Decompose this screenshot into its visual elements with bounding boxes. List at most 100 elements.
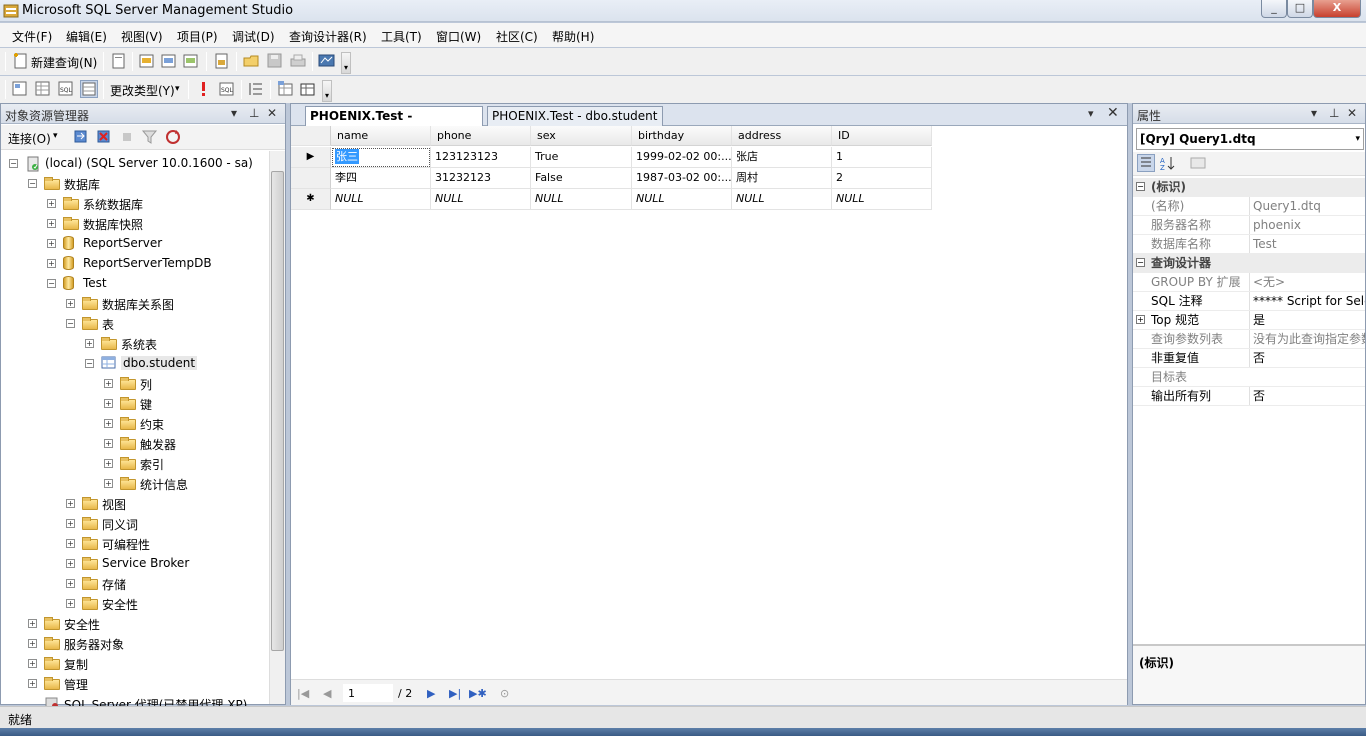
add-table-icon[interactable] [277,80,295,98]
tab-list-dropdown-icon[interactable]: ▾ [1088,107,1094,120]
property-row[interactable]: + Top 规范 是 [1133,311,1365,330]
print-icon[interactable] [289,52,307,70]
sqlce-query-icon[interactable] [213,52,231,70]
tree-node[interactable]: + 列 [1,375,269,393]
expand-toggle-icon[interactable]: + [66,499,75,508]
mdx-query-icon[interactable] [138,52,156,70]
save-icon[interactable] [266,52,284,70]
change-type-button[interactable]: 更改类型(Y) [110,82,175,99]
tree-node[interactable]: + 管理 [1,675,269,693]
property-value[interactable]: 否 [1249,349,1365,367]
column-header-name[interactable]: name [331,126,431,146]
menu-community[interactable]: 社区(C) [496,28,538,45]
new-record-icon[interactable]: ▶✱ [469,687,487,700]
expand-toggle-icon[interactable]: + [66,519,75,528]
grid-cell[interactable]: NULL [331,189,431,210]
connect-server-icon[interactable] [72,128,90,146]
tree-node[interactable]: + 安全性 [1,595,269,613]
grid-cell[interactable]: NULL [431,189,531,210]
tree-node[interactable]: − dbo.student [1,355,269,373]
dmx-query-icon[interactable] [160,52,178,70]
expand-toggle-icon[interactable]: + [66,579,75,588]
property-object-select[interactable]: [Qry] Query1.dtq ▾ [1136,128,1364,150]
tree-node[interactable]: − (local) (SQL Server 10.0.1600 - sa) [1,155,269,173]
minimize-button[interactable]: _ [1261,0,1287,18]
expand-toggle-icon[interactable]: + [28,659,37,668]
menu-edit[interactable]: 编辑(E) [66,28,107,45]
expand-toggle-icon[interactable]: − [9,159,18,168]
grid-cell[interactable]: NULL [632,189,732,210]
column-header-sex[interactable]: sex [531,126,632,146]
stop-icon[interactable] [118,128,136,146]
expand-toggle-icon[interactable]: + [85,339,94,348]
property-row[interactable]: 目标表 [1133,368,1365,387]
expand-toggle-icon[interactable]: + [66,299,75,308]
expand-toggle-icon[interactable]: − [47,279,56,288]
menu-project[interactable]: 项目(P) [177,28,218,45]
grid-cell[interactable]: NULL [531,189,632,210]
new-query-icon[interactable] [12,52,30,70]
disconnect-server-icon[interactable] [95,128,113,146]
expand-toggle-icon[interactable]: + [104,459,113,468]
expand-toggle-icon[interactable]: + [47,219,56,228]
group-by-icon[interactable] [247,80,265,98]
categorized-icon[interactable] [1137,154,1155,172]
first-record-icon[interactable]: |◀ [297,687,309,700]
grid-cell[interactable]: True [531,147,632,168]
tree-node[interactable]: − Test [1,275,269,293]
row-selector[interactable] [291,168,331,189]
new-query-button[interactable]: 新建查询(N) [31,54,97,71]
tree-node[interactable]: + 安全性 [1,615,269,633]
tree-node[interactable]: + 系统表 [1,335,269,353]
property-row[interactable]: SQL 注释 ***** Script for Selec [1133,292,1365,311]
expand-toggle-icon[interactable]: + [28,619,37,628]
tree-node[interactable]: + 数据库关系图 [1,295,269,313]
tab-active-query[interactable]: PHOENIX.Test - dbo.student [305,106,483,141]
tree-node[interactable]: + 复制 [1,655,269,673]
show-criteria-pane-icon[interactable] [34,80,52,98]
object-select-dropdown-icon[interactable]: ▾ [1355,129,1360,149]
new-file-icon[interactable] [110,52,128,70]
property-category[interactable]: − (标识) [1133,178,1365,197]
menu-query-designer[interactable]: 查询设计器(R) [289,28,367,45]
property-value[interactable]: phoenix [1249,216,1365,234]
tree-node[interactable]: + 可编程性 [1,535,269,553]
property-expand-icon[interactable]: − [1136,182,1145,191]
tree-scrollbar-thumb[interactable] [271,171,284,651]
current-record-input[interactable]: 1 [343,684,393,702]
expand-toggle-icon[interactable]: + [28,639,37,648]
menu-tools[interactable]: 工具(T) [381,28,422,45]
menu-debug[interactable]: 调试(D) [232,28,275,45]
connect-dropdown-icon[interactable]: ▾ [53,131,58,141]
grid-cell[interactable]: False [531,168,632,189]
column-header-ID[interactable]: ID [832,126,932,146]
expand-toggle-icon[interactable]: − [28,179,37,188]
expand-toggle-icon[interactable]: + [104,419,113,428]
last-record-icon[interactable]: ▶| [449,687,461,700]
expand-toggle-icon[interactable]: + [47,239,56,248]
grid-cell[interactable]: NULL [732,189,832,210]
stop-query-icon[interactable]: ⊙ [500,687,509,700]
grid-cell[interactable]: 张店 [732,147,832,168]
next-record-icon[interactable]: ▶ [427,687,435,700]
property-row[interactable]: 非重复值 否 [1133,349,1365,368]
connect-button[interactable]: 连接(O) [8,130,51,147]
property-value[interactable]: 没有为此查询指定参数 [1249,330,1365,348]
grid-cell[interactable]: NULL [832,189,932,210]
tree-node[interactable]: + 视图 [1,495,269,513]
tree-node[interactable]: + 触发器 [1,435,269,453]
column-header-birthday[interactable]: birthday [632,126,732,146]
expand-toggle-icon[interactable]: + [104,439,113,448]
add-derived-table-icon[interactable] [299,80,317,98]
row-selector[interactable]: ✱ [291,189,331,210]
menu-file[interactable]: 文件(F) [12,28,52,45]
grid-cell[interactable]: 1999-02-02 00:... [632,147,732,168]
toolbar-overflow-button[interactable]: ▾ [341,52,351,74]
grid-cell[interactable]: 2 [832,168,932,189]
show-sql-pane-icon[interactable]: SQL [57,80,75,98]
property-pages-icon[interactable] [1189,154,1207,172]
property-value[interactable]: <无> [1249,273,1365,291]
property-row[interactable]: GROUP BY 扩展 <无> [1133,273,1365,292]
tree-node[interactable]: + 键 [1,395,269,413]
tab-inactive-query[interactable]: PHOENIX.Test - dbo.student [487,106,663,126]
